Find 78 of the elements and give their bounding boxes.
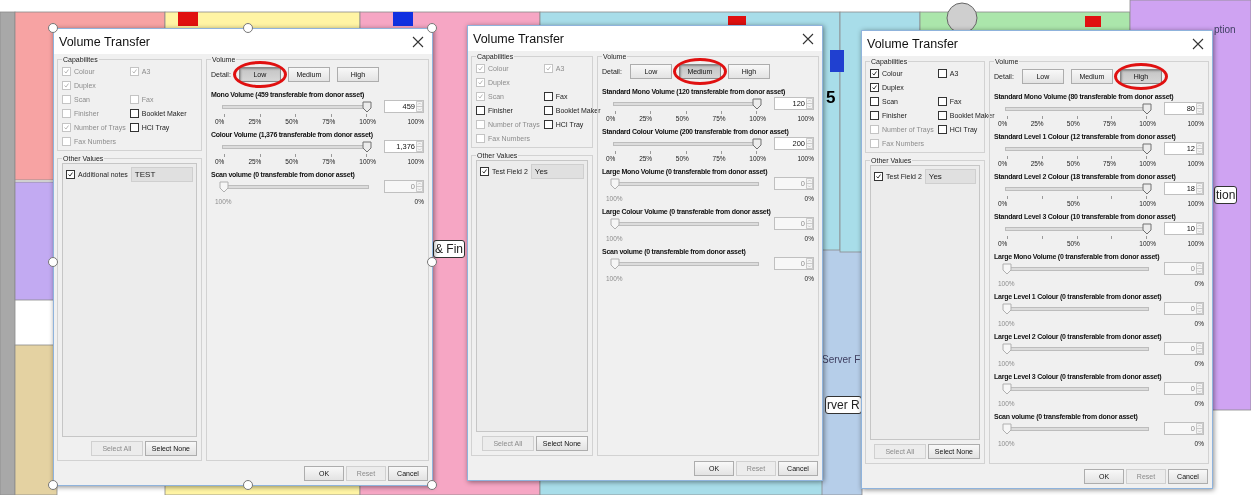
slider-track[interactable] xyxy=(1002,263,1152,275)
device-marker-icon[interactable] xyxy=(178,12,198,26)
spin-arrows-icon[interactable] xyxy=(416,101,423,112)
resize-handle[interactable] xyxy=(243,23,253,33)
window-title: Volume Transfer xyxy=(59,34,150,49)
spin-arrows-icon[interactable] xyxy=(1196,143,1203,154)
slider-thumb[interactable] xyxy=(1142,223,1152,235)
value-field[interactable]: Yes xyxy=(530,164,584,179)
highlight-ellipse xyxy=(1113,63,1168,90)
close-icon[interactable] xyxy=(802,32,814,45)
checkbox[interactable] xyxy=(480,167,489,176)
slider-thumb[interactable] xyxy=(1142,183,1152,195)
checkbox[interactable] xyxy=(543,92,553,101)
checkbox[interactable] xyxy=(129,109,139,118)
slider-thumb[interactable] xyxy=(1142,143,1152,155)
close-icon[interactable] xyxy=(412,35,424,48)
device-marker-icon[interactable] xyxy=(393,12,413,26)
spin-arrows-icon[interactable] xyxy=(806,138,813,149)
window-title: Volume Transfer xyxy=(867,36,958,51)
slider-track[interactable] xyxy=(1002,383,1152,395)
slider-track[interactable] xyxy=(1002,143,1152,155)
slider-thumb[interactable] xyxy=(752,138,762,150)
checkbox[interactable] xyxy=(66,170,75,179)
checkbox[interactable] xyxy=(874,172,883,181)
slider-track[interactable] xyxy=(1002,343,1152,355)
slider-track[interactable] xyxy=(610,258,762,270)
slider-track[interactable] xyxy=(1002,103,1152,115)
highlight-ellipse xyxy=(672,58,727,85)
checkbox[interactable] xyxy=(129,123,139,132)
slider-track[interactable] xyxy=(610,218,762,230)
checkbox[interactable] xyxy=(870,69,879,78)
value-field[interactable]: TEST xyxy=(130,167,193,182)
checkbox[interactable] xyxy=(476,106,485,115)
slider-thumb[interactable] xyxy=(752,98,762,110)
checkbox[interactable] xyxy=(937,69,947,78)
slider-track[interactable] xyxy=(219,141,372,153)
slider-track[interactable] xyxy=(1002,423,1152,435)
checkbox[interactable] xyxy=(937,111,947,120)
slider-track[interactable] xyxy=(1002,223,1152,235)
resize-handle[interactable] xyxy=(48,480,58,490)
slider-track[interactable] xyxy=(219,181,372,193)
checkbox[interactable] xyxy=(543,106,553,115)
room-label: Server F xyxy=(822,354,861,365)
device-marker-icon[interactable] xyxy=(1085,16,1101,27)
resize-handle[interactable] xyxy=(48,23,58,33)
window-title: Volume Transfer xyxy=(473,31,564,46)
slider-track[interactable] xyxy=(610,138,762,150)
close-icon[interactable] xyxy=(1192,37,1204,50)
resize-handle[interactable] xyxy=(243,480,253,490)
highlight-ellipse xyxy=(232,61,287,88)
spin-arrows-icon[interactable] xyxy=(1196,223,1203,234)
resize-handle[interactable] xyxy=(427,257,437,267)
slider-track[interactable] xyxy=(610,178,762,190)
slider-thumb[interactable] xyxy=(1142,103,1152,115)
resize-handle[interactable] xyxy=(48,257,58,267)
slider-track[interactable] xyxy=(219,101,372,113)
room-label: 5 xyxy=(826,88,836,108)
checkbox[interactable] xyxy=(937,97,947,106)
spin-arrows-icon[interactable] xyxy=(416,141,423,152)
resize-handle[interactable] xyxy=(427,480,437,490)
checkbox[interactable] xyxy=(870,83,879,92)
room-label: ption xyxy=(1214,24,1236,35)
checkbox[interactable] xyxy=(870,97,879,106)
room-label: & Fin xyxy=(433,240,465,258)
checkbox[interactable] xyxy=(937,125,947,134)
room-label: rver R xyxy=(825,396,862,414)
resize-handle[interactable] xyxy=(427,23,437,33)
spin-arrows-icon[interactable] xyxy=(806,98,813,109)
slider-track[interactable] xyxy=(610,98,762,110)
value-field[interactable]: Yes xyxy=(924,169,976,184)
spin-arrows-icon[interactable] xyxy=(1196,183,1203,194)
slider-track[interactable] xyxy=(1002,303,1152,315)
slider-track[interactable] xyxy=(1002,183,1152,195)
checkbox[interactable] xyxy=(870,111,879,120)
checkbox[interactable] xyxy=(543,120,553,129)
room-label: tion xyxy=(1214,186,1238,204)
spin-arrows-icon[interactable] xyxy=(1196,103,1203,114)
device-marker-icon[interactable] xyxy=(830,50,844,72)
